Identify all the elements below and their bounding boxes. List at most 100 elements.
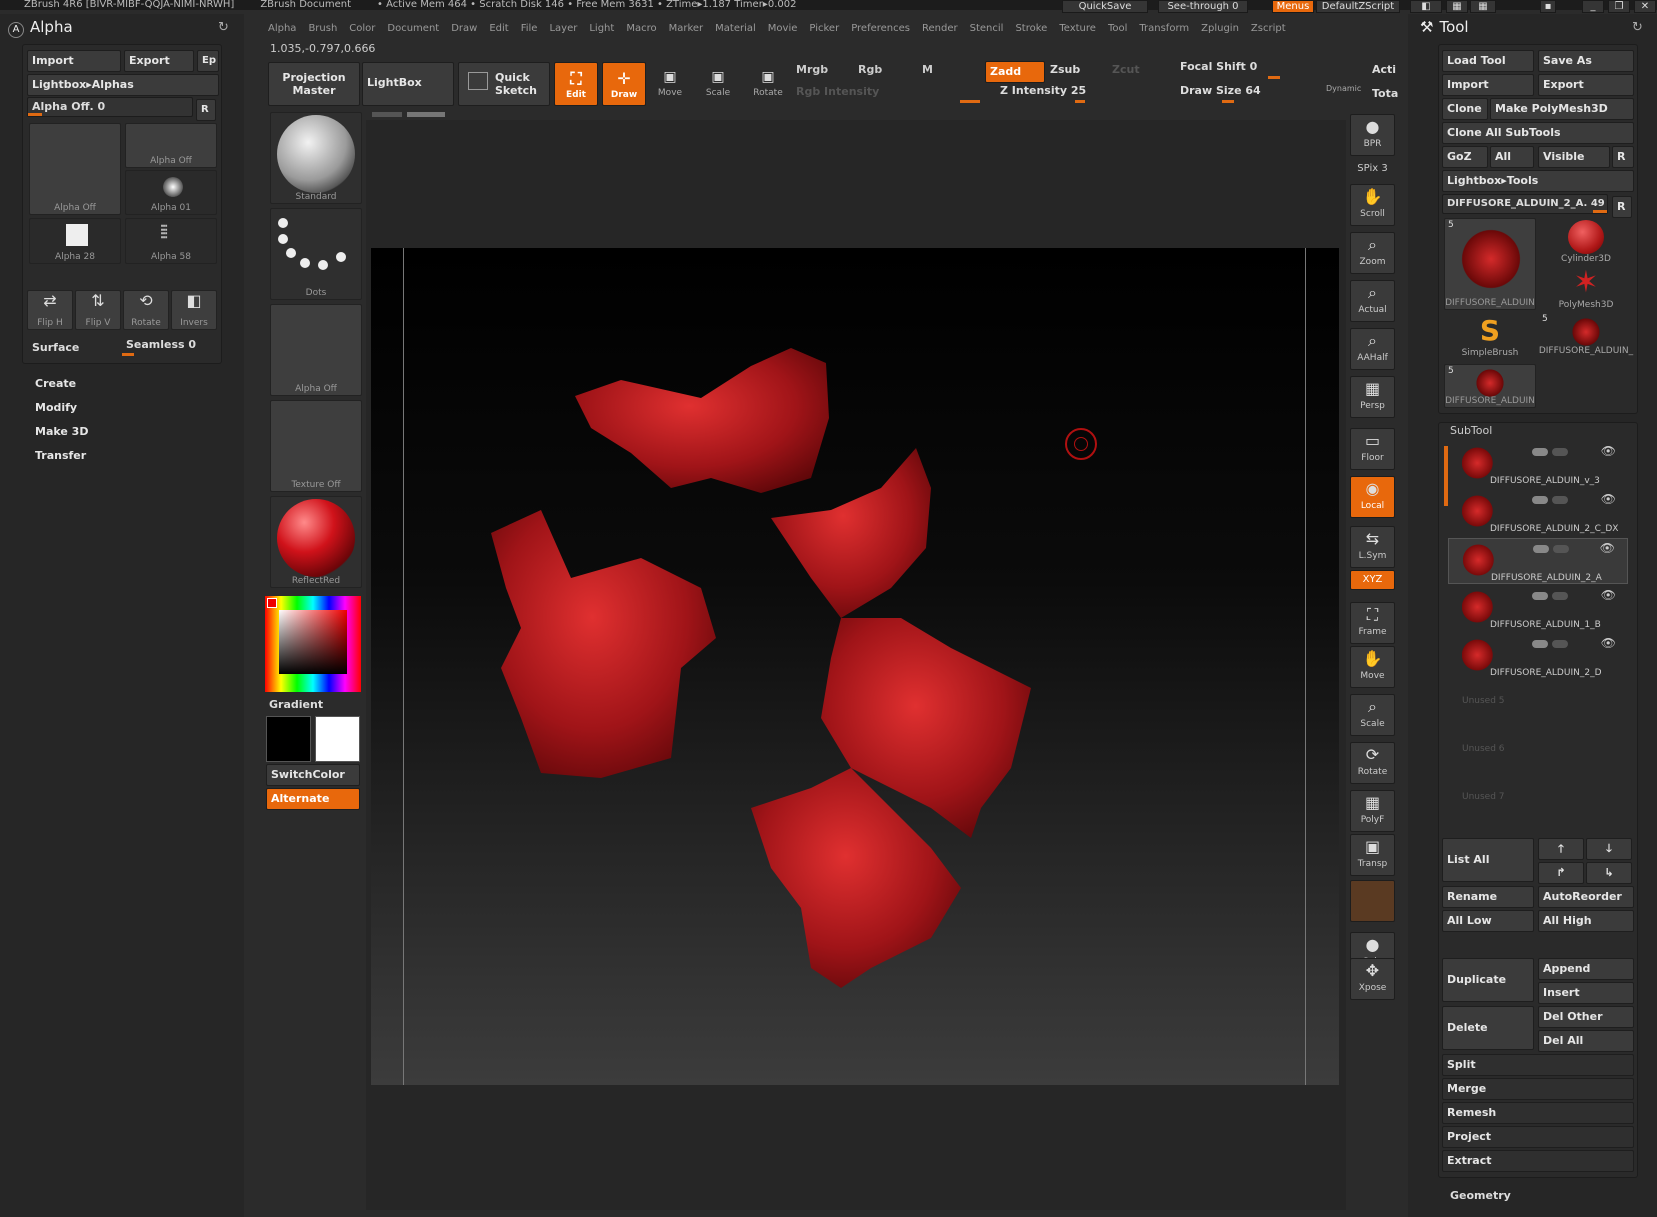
menu-color[interactable]: Color [343,18,381,40]
eye-icon[interactable]: 👁 [1601,636,1616,650]
tool-thumb-simplebrush[interactable]: S SimpleBrush [1444,314,1536,362]
minimize-icon[interactable]: _ [1582,0,1604,13]
tool-import-button[interactable]: Import [1442,74,1534,96]
zcut-button[interactable]: Zcut [1112,63,1140,76]
shelf-scale[interactable]: ⌕ Scale [1350,694,1395,736]
alpha-import-button[interactable]: Import [27,50,121,72]
menu-render[interactable]: Render [916,18,964,40]
subtool-toggle[interactable] [1533,545,1549,553]
rgb-button[interactable]: Rgb [858,63,882,76]
menu-picker[interactable]: Picker [803,18,845,40]
alpha-thumb-28[interactable]: Alpha 28 [29,218,121,264]
rgb-intensity-slider[interactable]: Rgb Intensity [796,85,879,98]
subtool-toggle[interactable] [1532,640,1548,648]
shelf-floor[interactable]: ▭ Floor [1350,428,1395,470]
alpha-create-menu[interactable]: Create [35,377,76,390]
shelf-bpr[interactable]: ● BPR [1350,114,1395,156]
gradient-label[interactable]: Gradient [269,698,323,711]
goz-button[interactable]: GoZ [1442,146,1488,168]
shelf-transp[interactable]: ▣ Transp [1350,834,1395,876]
alpha-thumb-off[interactable]: Alpha Off [125,123,217,168]
move-mode-button[interactable]: ▣ Move [650,66,690,98]
delete-button[interactable]: Delete [1442,1006,1534,1050]
menu-file[interactable]: File [515,18,544,40]
duplicate-button[interactable]: Duplicate [1442,958,1534,1002]
flip-v-button[interactable]: ⇅ Flip V [75,290,121,330]
subtool-extract-menu[interactable]: Extract [1442,1150,1634,1172]
menu-macro[interactable]: Macro [620,18,662,40]
menu-marker[interactable]: Marker [663,18,710,40]
subtool-toggle-2[interactable] [1552,496,1568,504]
m-button[interactable]: M [922,63,933,76]
subtool-toggle[interactable] [1532,496,1548,504]
subtool-split-menu[interactable]: Split [1442,1054,1634,1076]
alpha-transfer-menu[interactable]: Transfer [35,449,86,462]
subtool-remesh-menu[interactable]: Remesh [1442,1102,1634,1124]
subtool-row[interactable]: 👁 DIFFUSORE_ALDUIN_2_C_DX [1448,490,1628,536]
menu-alpha[interactable]: Alpha [262,18,302,40]
tool-thumb-diffusore[interactable]: 5 DIFFUSORE_ALDUIN [1444,218,1536,310]
edit-button[interactable]: ⛶ Edit [554,62,598,106]
menu-texture[interactable]: Texture [1053,18,1102,40]
unused-slot-5[interactable]: Unused 5 [1462,696,1505,706]
surface-label[interactable]: Surface [32,341,79,354]
projection-master-button[interactable]: Projection Master [268,62,360,106]
invert-button[interactable]: ◧ Invers [171,290,217,330]
shelf-spix-3[interactable]: SPix 3 [1350,160,1395,180]
main-color-swatch[interactable] [266,716,311,762]
current-tool-slider[interactable]: DIFFUSORE_ALDUIN_2_A. 49 [1442,194,1608,214]
stroke-selector[interactable]: Dots [270,208,362,300]
append-button[interactable]: Append [1538,958,1634,980]
lock-icon[interactable]: ▪ [1540,0,1556,13]
subtool-toggle[interactable] [1532,592,1548,600]
eye-icon[interactable]: 👁 [1600,541,1615,555]
menu-document[interactable]: Document [381,18,445,40]
shelf-actual[interactable]: ⌕ Actual [1350,280,1395,322]
shelf-polyf[interactable]: ▦ PolyF [1350,790,1395,832]
color-picker-square[interactable] [279,610,347,674]
alpha-make3d-menu[interactable]: Make 3D [35,425,88,438]
mrgb-button[interactable]: Mrgb [796,63,828,76]
menu-transform[interactable]: Transform [1133,18,1195,40]
shelf-xyz[interactable]: XYZ [1350,570,1395,590]
layout-icon[interactable]: ▦ [1446,0,1468,13]
list-all-button[interactable]: List All [1442,838,1534,882]
focal-shift-slider[interactable]: Focal Shift 0 [1180,60,1257,73]
shelf-xpose[interactable]: ✥ Xpose [1350,958,1395,1000]
quicksave-button[interactable]: QuickSave [1062,0,1148,13]
alpha-thumb-58[interactable]: ⦙⦙⦙ Alpha 58 [125,218,217,264]
menu-zplugin[interactable]: Zplugin [1195,18,1245,40]
shelf-aahalf[interactable]: ⌕ AAHalf [1350,328,1395,370]
brush-selector[interactable]: Standard [270,112,362,204]
shelf-move[interactable]: ✋ Move [1350,646,1395,688]
shelf-disabled-button[interactable] [1350,880,1395,922]
menu-preferences[interactable]: Preferences [845,18,916,40]
shelf-persp[interactable]: ▦ Persp [1350,376,1395,418]
menu-tool[interactable]: Tool [1102,18,1133,40]
alpha-r-button[interactable]: R [196,99,216,121]
shelf-frame[interactable]: ⛶ Frame [1350,602,1395,644]
dynamic-toggle[interactable]: Dynamic [1326,84,1361,93]
draw-size-slider[interactable]: Draw Size 64 [1180,84,1261,97]
material-selector[interactable]: ReflectRed [270,496,362,588]
menu-layer[interactable]: Layer [543,18,583,40]
subtool-toggle-2[interactable] [1553,545,1569,553]
alpha-export-button[interactable]: Export [124,50,194,72]
tool-thumb-polymesh3d[interactable]: ✶ PolyMesh3D [1538,266,1634,314]
clone-button[interactable]: Clone [1442,98,1488,120]
default-zscript-button[interactable]: DefaultZScript [1316,0,1400,13]
shelf-local[interactable]: ◉ Local [1350,476,1395,518]
menus-button[interactable]: Menus [1272,0,1314,13]
load-tool-button[interactable]: Load Tool [1442,50,1534,72]
alpha-modify-menu[interactable]: Modify [35,401,77,414]
zadd-button[interactable]: Zadd [985,61,1045,83]
texture-selector[interactable]: Texture Off [270,400,362,492]
unused-slot-7[interactable]: Unused 7 [1462,792,1505,802]
canvas-scrollbar-left[interactable] [372,112,402,117]
all-high-button[interactable]: All High [1538,910,1634,932]
canvas-scrollbar-thumb[interactable] [407,112,445,117]
subtool-toggle-2[interactable] [1552,448,1568,456]
subtool-row[interactable]: 👁 DIFFUSORE_ALDUIN_2_D [1448,634,1628,680]
refresh-icon[interactable]: ↻ [218,20,229,35]
eye-icon[interactable]: 👁 [1601,444,1616,458]
